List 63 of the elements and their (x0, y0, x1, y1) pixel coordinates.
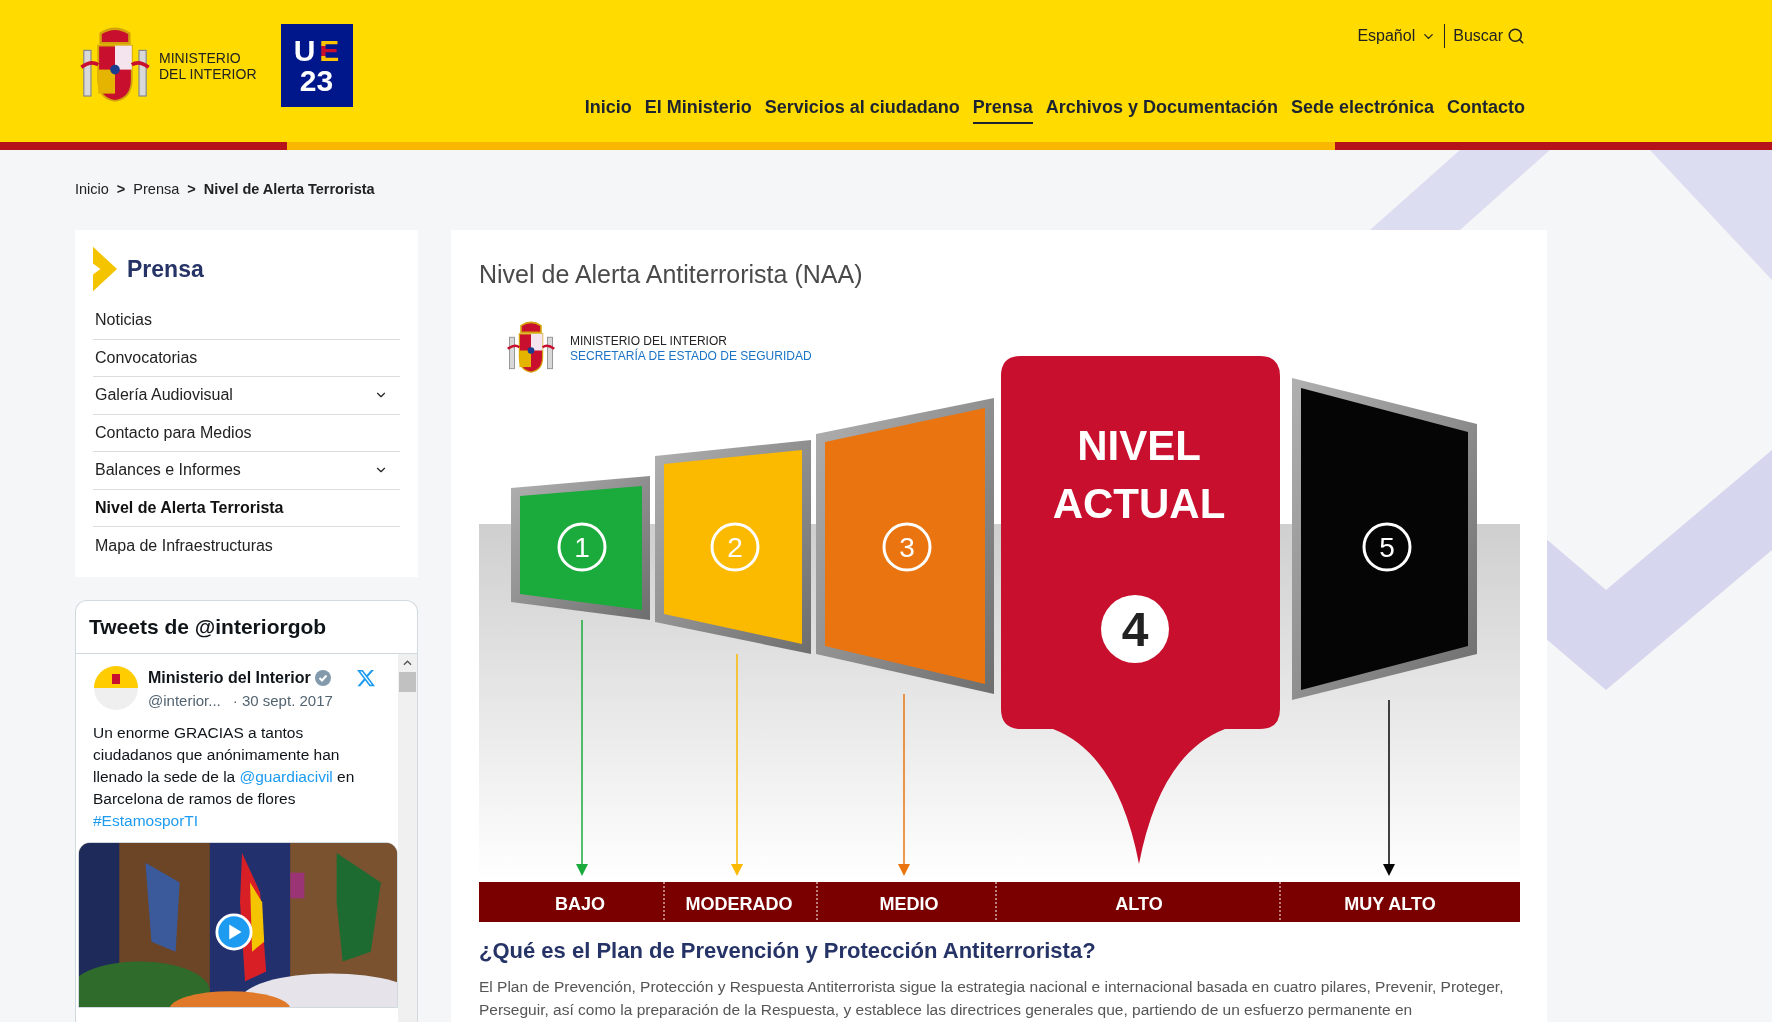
author-name[interactable]: Ministerio del Interior (148, 665, 311, 690)
play-icon[interactable] (215, 913, 253, 951)
nav-link[interactable]: El Ministerio (644, 94, 752, 124)
level-number-ring (1362, 522, 1412, 571)
level-label: ALTO (1115, 893, 1163, 914)
breadcrumb-link[interactable]: Inicio (75, 179, 109, 201)
caret-up-icon[interactable] (403, 659, 412, 666)
nav-link[interactable]: Prensa (972, 94, 1033, 124)
coat-of-arms-icon (507, 321, 555, 372)
level-number: 3 (899, 531, 915, 563)
section-paragraph: El Plan de Prevención, Protección y Respuesta Antiterrorista sigue la estrategia nacional e internacional basada en cuatro pilares, Prevenir, Proteger, Perseguir, así como la preparación de la Respuesta, y establece las directrices generales que, partiendo de un esfuerzo permanente en (479, 976, 1505, 1020)
search-button[interactable]: Buscar (1445, 24, 1525, 48)
language-select[interactable]: Español (1357, 24, 1445, 48)
sidebar-item[interactable]: Balances e Informes (93, 452, 400, 490)
x-icon[interactable] (356, 667, 376, 688)
tweet-text: Un enorme GRACIAS a tantos ciudadanos que anónimamente han llenado la sede de la @guardiacivil en Barcelona de ramos de flores #EstamosporTI (92, 723, 356, 831)
sidebar-title: Prensa (127, 254, 204, 284)
page-title: Nivel de Alerta Antiterrorista (NAA) (479, 259, 864, 290)
breadcrumb-link[interactable]: Nivel de Alerta Terrorista (203, 179, 375, 201)
scrollbar-thumb[interactable] (399, 671, 416, 692)
sidebar-item[interactable]: Contacto para Medios (93, 414, 400, 452)
tweet-date[interactable]: · 30 sept. 2017 (232, 689, 333, 712)
level-number: 2 (727, 531, 743, 563)
level-number: 1 (574, 531, 590, 563)
level-number-badge (1101, 594, 1169, 663)
sidebar-item[interactable]: Noticias (93, 302, 400, 340)
level-label: MUY ALTO (1344, 893, 1436, 914)
logo-letter: U (293, 35, 316, 66)
breadcrumb-link[interactable]: Prensa (133, 179, 180, 201)
sidebar-item[interactable]: Nivel de Alerta Terrorista (93, 489, 400, 527)
section-heading: ¿Qué es el Plan de Prevención y Protección Antiterrorista? (479, 936, 1097, 965)
nav-link[interactable]: Contacto (1447, 94, 1525, 124)
verified-icon (314, 669, 331, 686)
level-number-ring (557, 522, 607, 571)
widget-title: Tweets de @interiorgob (89, 613, 327, 640)
level-label: BAJO (555, 893, 605, 914)
breadcrumb-separator: > (187, 180, 196, 200)
nav-link[interactable]: Sede electrónica (1290, 94, 1434, 124)
level-label: MEDIO (879, 893, 939, 914)
level-number-ring (882, 522, 932, 571)
level-number: 5 (1379, 531, 1395, 563)
logo-year: 23 (299, 65, 334, 96)
level-number-ring (710, 522, 760, 571)
ministry-name: DEL INTERIOR (159, 66, 257, 82)
level-label: MODERADO (685, 893, 793, 914)
scrollbar[interactable] (398, 653, 417, 1022)
search-icon[interactable] (1507, 27, 1525, 45)
avatar (94, 665, 138, 710)
chevron-icon (93, 246, 117, 292)
nav-link[interactable]: Servicios al ciudadano (764, 94, 960, 124)
current-level-caption: ACTUAL (1052, 479, 1226, 527)
sidebar-item[interactable]: Convocatorias (93, 339, 400, 377)
nav-link[interactable]: Inicio (584, 94, 632, 124)
ministry-name: MINISTERIO (159, 50, 242, 66)
org-name: MINISTERIO DEL INTERIOR (570, 333, 727, 348)
level-number: 4 (1121, 602, 1149, 656)
sidebar-item[interactable]: Mapa de Infraestructuras (93, 527, 400, 565)
current-level-caption: NIVEL (1077, 421, 1201, 469)
breadcrumb-separator: > (116, 180, 126, 200)
nav-link[interactable]: Archivos y Documentación (1045, 94, 1278, 124)
sidebar-item[interactable]: Galería Audiovisual (93, 377, 400, 415)
org-subtitle: SECRETARÍA DE ESTADO DE SEGURIDAD (570, 348, 812, 363)
author-handle: @interior... (148, 690, 221, 711)
